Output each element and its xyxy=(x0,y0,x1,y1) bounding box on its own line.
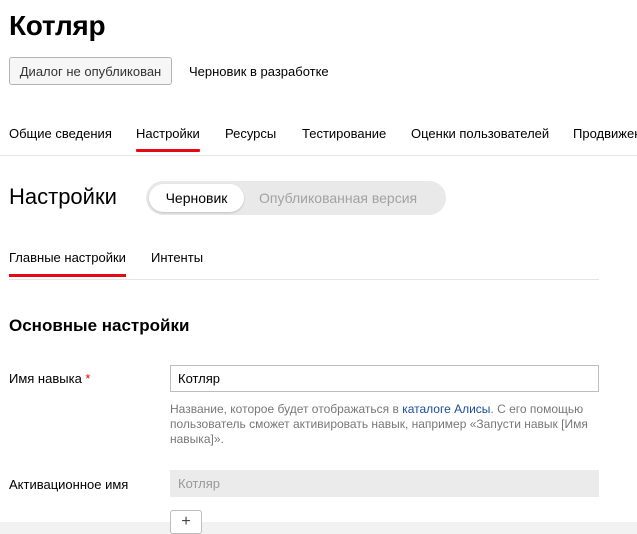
alice-catalog-link[interactable]: каталоге Алисы xyxy=(402,402,490,416)
version-toggle: Черновик Опубликованная версия xyxy=(146,181,446,215)
top-header: Котляр Диалог не опубликован Черновик в … xyxy=(0,0,637,156)
draft-status-text: Черновик в разработке xyxy=(189,64,329,79)
publish-status-button[interactable]: Диалог не опубликован xyxy=(9,57,172,85)
version-published-option[interactable]: Опубликованная версия xyxy=(259,184,417,212)
settings-heading: Настройки xyxy=(9,184,117,209)
activation-name-label: Активационное имя xyxy=(9,477,129,492)
tab-testing[interactable]: Тестирование xyxy=(302,126,386,141)
tab-general-info[interactable]: Общие сведения xyxy=(9,126,112,141)
tab-resources[interactable]: Ресурсы xyxy=(225,126,276,141)
version-draft-option[interactable]: Черновик xyxy=(149,184,244,212)
subtab-intents[interactable]: Интенты xyxy=(151,250,203,265)
skill-name-input[interactable] xyxy=(170,365,599,392)
subtab-divider xyxy=(9,279,599,280)
skill-name-hint: Название, которое будет отображаться в к… xyxy=(170,402,590,447)
skill-title: Котляр xyxy=(9,10,106,41)
activation-name-input[interactable] xyxy=(170,470,599,497)
section-title: Основные настройки xyxy=(9,316,190,335)
hint-text-before: Название, которое будет отображаться в xyxy=(170,402,403,416)
tab-settings[interactable]: Настройки xyxy=(136,126,200,152)
required-mark: * xyxy=(85,371,91,386)
tab-user-ratings[interactable]: Оценки пользователей xyxy=(411,126,549,141)
skill-name-label: Имя навыка * xyxy=(9,371,90,386)
subtab-main-settings[interactable]: Главные настройки xyxy=(9,250,126,277)
skill-name-label-text: Имя навыка xyxy=(9,371,82,386)
add-activation-name-button[interactable]: + xyxy=(170,510,202,534)
tab-promotion[interactable]: Продвижение xyxy=(573,126,637,141)
